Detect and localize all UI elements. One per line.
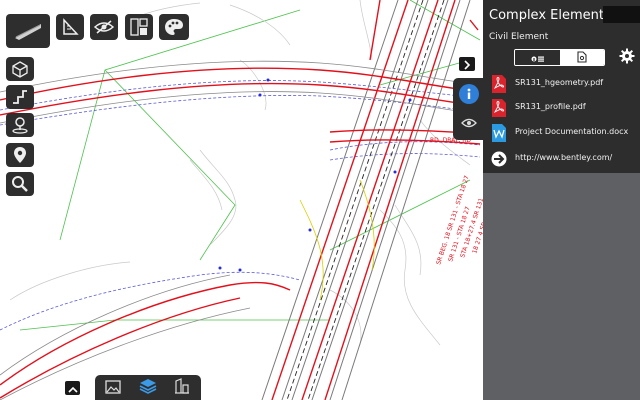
panel-settings-button[interactable] xyxy=(618,48,636,68)
collapse-panel-button[interactable] xyxy=(459,57,475,71)
display-style-button[interactable] xyxy=(159,14,189,40)
document-item[interactable]: SR131_profile.pdf xyxy=(483,95,640,121)
document-item[interactable]: Project Documentation.docx xyxy=(483,120,640,146)
map-pin-icon xyxy=(13,146,27,164)
documents-tab-button[interactable] xyxy=(560,50,604,65)
road-3d-icon xyxy=(13,20,43,42)
image-view-icon xyxy=(105,379,121,398)
search-icon xyxy=(11,175,29,193)
panel-view-toggle xyxy=(514,49,605,66)
visibility-toggle-button[interactable] xyxy=(90,14,118,40)
tab-visibility[interactable] xyxy=(458,112,480,132)
tab-info[interactable] xyxy=(459,84,479,104)
layers-button[interactable] xyxy=(137,378,159,398)
place-marker-button[interactable] xyxy=(6,143,34,167)
properties-tab-button[interactable] xyxy=(515,50,560,65)
alignment-button[interactable] xyxy=(6,85,34,109)
gear-icon xyxy=(619,48,635,68)
document-name: SR131_hgeometry.pdf xyxy=(515,78,604,87)
sheets-button[interactable] xyxy=(125,14,153,40)
path-curve-icon xyxy=(11,88,29,106)
title-overflow-mask xyxy=(603,6,640,23)
document-name: http://www.bentley.com/ xyxy=(515,153,613,162)
cube-view-button[interactable] xyxy=(6,57,34,81)
location-target-icon xyxy=(11,116,29,134)
layers-icon xyxy=(139,378,157,398)
document-item[interactable]: SR131_hgeometry.pdf xyxy=(483,71,640,97)
document-item[interactable]: http://www.bentley.com/ xyxy=(483,146,640,172)
pdf-icon xyxy=(491,99,507,117)
model-tree-button[interactable] xyxy=(171,378,193,398)
saved-views-button[interactable] xyxy=(102,378,124,398)
expand-bottom-bar-button[interactable] xyxy=(65,381,80,395)
document-name: SR131_profile.pdf xyxy=(515,102,586,111)
road-view-button[interactable] xyxy=(6,14,50,48)
eye-icon xyxy=(461,113,477,132)
measure-button[interactable] xyxy=(56,14,84,40)
panel-header: Complex Element:... Civil Element SR131_… xyxy=(483,0,640,173)
sheet-layout-icon xyxy=(130,18,148,36)
palette-icon xyxy=(164,18,184,36)
properties-panel: Complex Element:... Civil Element SR131_… xyxy=(483,0,640,400)
panel-subtitle: Civil Element xyxy=(489,32,549,42)
chevron-up-icon xyxy=(67,379,78,398)
search-button[interactable] xyxy=(6,172,34,196)
chevron-right-icon xyxy=(463,55,471,74)
word-icon xyxy=(491,124,507,142)
building-chart-icon xyxy=(174,378,190,398)
document-name: Project Documentation.docx xyxy=(515,127,629,136)
pdf-icon xyxy=(491,75,507,93)
ruler-triangle-icon xyxy=(61,18,79,36)
cube-icon xyxy=(11,60,29,78)
eye-slash-icon xyxy=(94,20,114,34)
info-list-icon xyxy=(531,50,545,65)
link-icon xyxy=(491,150,507,168)
document-link-icon xyxy=(577,50,587,65)
info-icon xyxy=(464,85,474,104)
locate-button[interactable] xyxy=(6,113,34,137)
